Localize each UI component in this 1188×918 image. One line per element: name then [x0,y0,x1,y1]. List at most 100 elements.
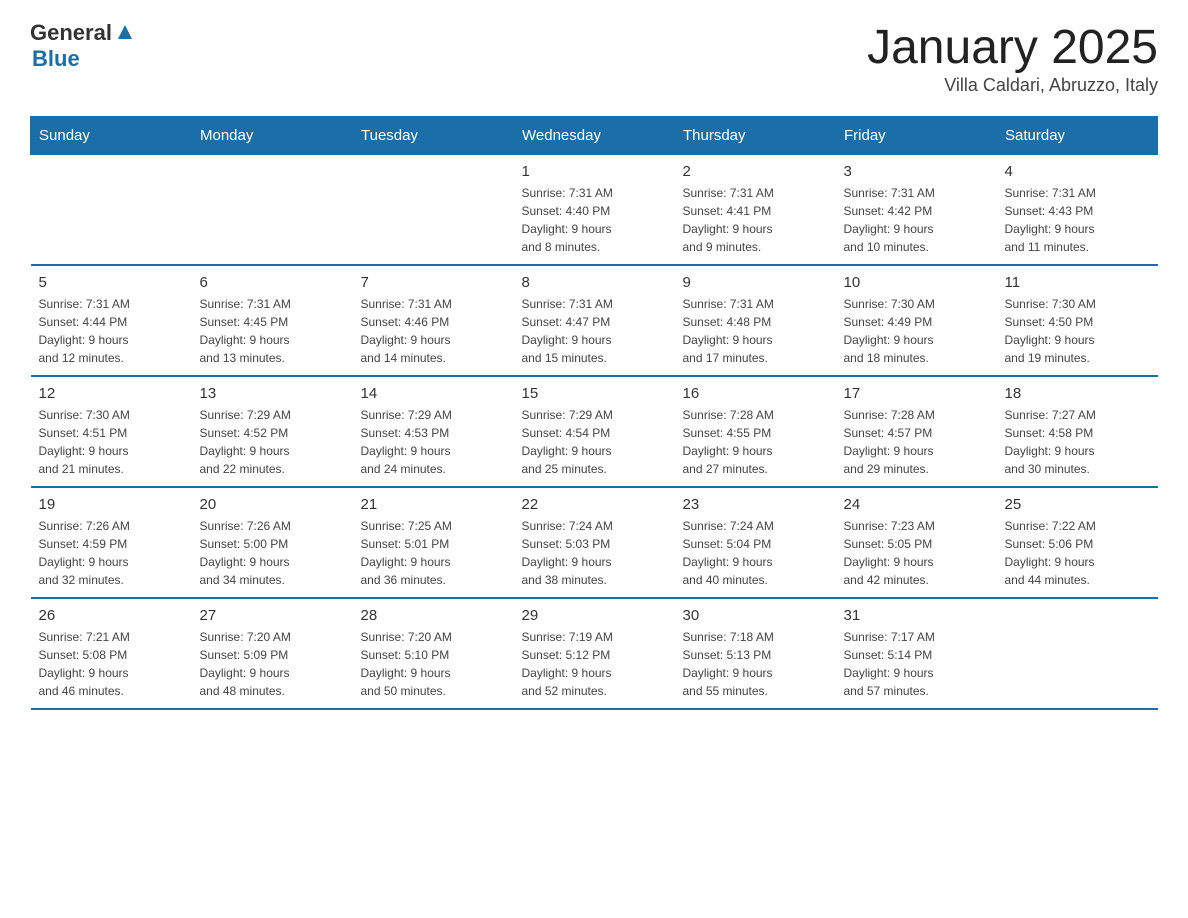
day-info: Sunrise: 7:18 AM Sunset: 5:13 PM Dayligh… [683,628,828,700]
calendar-cell: 8 Sunrise: 7:31 AM Sunset: 4:47 PM Daylig… [514,265,675,376]
day-info: Sunrise: 7:20 AM Sunset: 5:09 PM Dayligh… [200,628,345,700]
weekday-header-row: SundayMondayTuesdayWednesdayThursdayFrid… [31,117,1158,155]
calendar-cell: 13Sunrise: 7:29 AM Sunset: 4:52 PM Dayli… [192,376,353,487]
month-title: January 2025 [867,20,1158,75]
day-number: 19 [39,496,184,513]
calendar-week-row: 5 Sunrise: 7:31 AM Sunset: 4:44 PM Daylig… [31,265,1158,376]
day-info: Sunrise: 7:29 AM Sunset: 4:53 PM Dayligh… [361,406,506,478]
calendar-table: SundayMondayTuesdayWednesdayThursdayFrid… [30,116,1158,710]
calendar-cell: 23Sunrise: 7:24 AM Sunset: 5:04 PM Dayli… [675,487,836,598]
day-number: 20 [200,496,345,513]
weekday-header-sunday: Sunday [31,117,192,155]
day-number: 31 [844,607,989,624]
calendar-cell: 19Sunrise: 7:26 AM Sunset: 4:59 PM Dayli… [31,487,192,598]
day-number: 4 [1005,163,1150,180]
calendar-cell: 2Sunrise: 7:31 AM Sunset: 4:41 PM Daylig… [675,155,836,266]
calendar-cell: 5 Sunrise: 7:31 AM Sunset: 4:44 PM Daylig… [31,265,192,376]
day-info: Sunrise: 7:30 AM Sunset: 4:49 PM Dayligh… [844,295,989,367]
day-number: 6 [200,274,345,291]
location-subtitle: Villa Caldari, Abruzzo, Italy [867,75,1158,96]
day-info: Sunrise: 7:31 AM Sunset: 4:40 PM Dayligh… [522,184,667,256]
calendar-cell [31,155,192,266]
day-number: 25 [1005,496,1150,513]
calendar-cell: 18Sunrise: 7:27 AM Sunset: 4:58 PM Dayli… [997,376,1158,487]
day-number: 3 [844,163,989,180]
day-info: Sunrise: 7:31 AM Sunset: 4:48 PM Dayligh… [683,295,828,367]
calendar-cell: 12 Sunrise: 7:30 AM Sunset: 4:51 PM Dayli… [31,376,192,487]
day-number: 9 [683,274,828,291]
day-number: 29 [522,607,667,624]
calendar-cell: 1 Sunrise: 7:31 AM Sunset: 4:40 PM Daylig… [514,155,675,266]
day-info: Sunrise: 7:21 AM Sunset: 5:08 PM Dayligh… [39,628,184,700]
day-info: Sunrise: 7:31 AM Sunset: 4:41 PM Dayligh… [683,184,828,256]
day-info: Sunrise: 7:17 AM Sunset: 5:14 PM Dayligh… [844,628,989,700]
day-info: Sunrise: 7:28 AM Sunset: 4:57 PM Dayligh… [844,406,989,478]
day-number: 5 [39,274,184,291]
calendar-cell: 16 Sunrise: 7:28 AM Sunset: 4:55 PM Dayli… [675,376,836,487]
day-info: Sunrise: 7:19 AM Sunset: 5:12 PM Dayligh… [522,628,667,700]
calendar-week-row: 12 Sunrise: 7:30 AM Sunset: 4:51 PM Dayli… [31,376,1158,487]
logo-triangle-icon [114,21,136,43]
title-block: January 2025 Villa Caldari, Abruzzo, Ita… [867,20,1158,96]
calendar-week-row: 26 Sunrise: 7:21 AM Sunset: 5:08 PM Dayli… [31,598,1158,709]
day-info: Sunrise: 7:31 AM Sunset: 4:45 PM Dayligh… [200,295,345,367]
calendar-cell: 6 Sunrise: 7:31 AM Sunset: 4:45 PM Daylig… [192,265,353,376]
calendar-cell: 25 Sunrise: 7:22 AM Sunset: 5:06 PM Dayli… [997,487,1158,598]
day-number: 11 [1005,274,1150,291]
weekday-header-saturday: Saturday [997,117,1158,155]
logo-general-text: General [30,20,112,46]
day-info: Sunrise: 7:30 AM Sunset: 4:51 PM Dayligh… [39,406,184,478]
calendar-cell: 29 Sunrise: 7:19 AM Sunset: 5:12 PM Dayli… [514,598,675,709]
day-info: Sunrise: 7:24 AM Sunset: 5:03 PM Dayligh… [522,517,667,589]
day-number: 18 [1005,385,1150,402]
day-number: 8 [522,274,667,291]
calendar-cell: 17 Sunrise: 7:28 AM Sunset: 4:57 PM Dayli… [836,376,997,487]
calendar-cell: 4 Sunrise: 7:31 AM Sunset: 4:43 PM Daylig… [997,155,1158,266]
calendar-cell [997,598,1158,709]
calendar-cell: 22Sunrise: 7:24 AM Sunset: 5:03 PM Dayli… [514,487,675,598]
day-info: Sunrise: 7:24 AM Sunset: 5:04 PM Dayligh… [683,517,828,589]
calendar-cell: 3 Sunrise: 7:31 AM Sunset: 4:42 PM Daylig… [836,155,997,266]
weekday-header-tuesday: Tuesday [353,117,514,155]
calendar-cell: 24 Sunrise: 7:23 AM Sunset: 5:05 PM Dayli… [836,487,997,598]
day-info: Sunrise: 7:29 AM Sunset: 4:54 PM Dayligh… [522,406,667,478]
day-number: 12 [39,385,184,402]
day-number: 17 [844,385,989,402]
day-number: 24 [844,496,989,513]
day-number: 14 [361,385,506,402]
day-number: 28 [361,607,506,624]
day-number: 27 [200,607,345,624]
day-number: 30 [683,607,828,624]
day-number: 7 [361,274,506,291]
weekday-header-friday: Friday [836,117,997,155]
calendar-cell: 21Sunrise: 7:25 AM Sunset: 5:01 PM Dayli… [353,487,514,598]
calendar-cell [192,155,353,266]
day-info: Sunrise: 7:26 AM Sunset: 5:00 PM Dayligh… [200,517,345,589]
day-info: Sunrise: 7:20 AM Sunset: 5:10 PM Dayligh… [361,628,506,700]
calendar-cell: 27 Sunrise: 7:20 AM Sunset: 5:09 PM Dayli… [192,598,353,709]
calendar-cell: 20 Sunrise: 7:26 AM Sunset: 5:00 PM Dayli… [192,487,353,598]
day-info: Sunrise: 7:31 AM Sunset: 4:44 PM Dayligh… [39,295,184,367]
day-number: 16 [683,385,828,402]
calendar-cell: 7Sunrise: 7:31 AM Sunset: 4:46 PM Daylig… [353,265,514,376]
day-info: Sunrise: 7:31 AM Sunset: 4:43 PM Dayligh… [1005,184,1150,256]
day-info: Sunrise: 7:30 AM Sunset: 4:50 PM Dayligh… [1005,295,1150,367]
day-info: Sunrise: 7:23 AM Sunset: 5:05 PM Dayligh… [844,517,989,589]
day-number: 15 [522,385,667,402]
day-info: Sunrise: 7:25 AM Sunset: 5:01 PM Dayligh… [361,517,506,589]
day-info: Sunrise: 7:31 AM Sunset: 4:47 PM Dayligh… [522,295,667,367]
day-info: Sunrise: 7:31 AM Sunset: 4:42 PM Dayligh… [844,184,989,256]
page-header: General Blue January 2025 Villa Caldari,… [30,20,1158,96]
day-info: Sunrise: 7:28 AM Sunset: 4:55 PM Dayligh… [683,406,828,478]
calendar-cell: 11 Sunrise: 7:30 AM Sunset: 4:50 PM Dayli… [997,265,1158,376]
calendar-cell: 15 Sunrise: 7:29 AM Sunset: 4:54 PM Dayli… [514,376,675,487]
logo-blue-text: Blue [32,46,80,72]
day-number: 26 [39,607,184,624]
calendar-cell: 28 Sunrise: 7:20 AM Sunset: 5:10 PM Dayli… [353,598,514,709]
calendar-cell: 9 Sunrise: 7:31 AM Sunset: 4:48 PM Daylig… [675,265,836,376]
day-number: 1 [522,163,667,180]
weekday-header-thursday: Thursday [675,117,836,155]
calendar-cell: 14 Sunrise: 7:29 AM Sunset: 4:53 PM Dayli… [353,376,514,487]
logo: General Blue [30,20,136,72]
day-info: Sunrise: 7:22 AM Sunset: 5:06 PM Dayligh… [1005,517,1150,589]
